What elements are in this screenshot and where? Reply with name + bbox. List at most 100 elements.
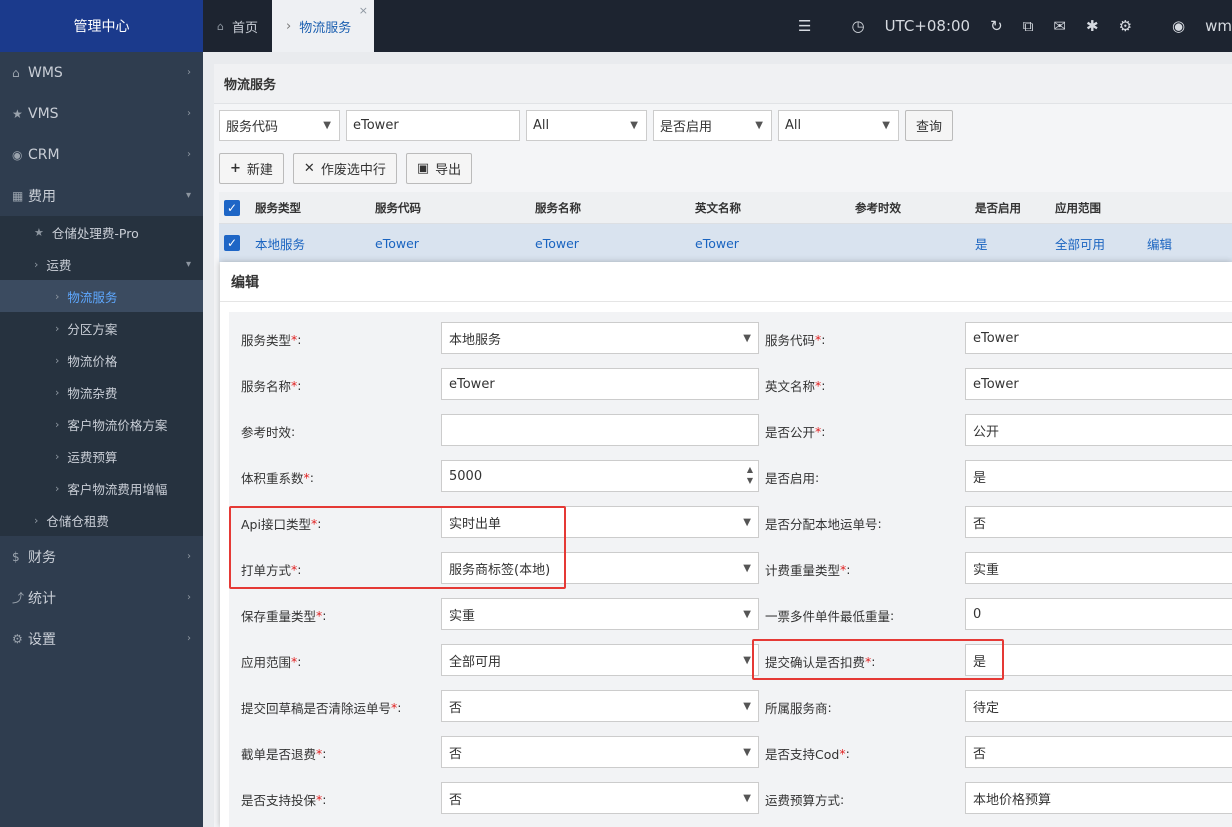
select-all-checkbox[interactable]: ✓: [224, 199, 240, 216]
chart-icon: ⤴: [12, 591, 25, 605]
select-field[interactable]: 否: [965, 506, 1232, 538]
sidebar-subitem[interactable]: › 物流杂费: [0, 376, 203, 408]
sidebar-subitem[interactable]: ★ 仓储处理费-Pro: [0, 216, 203, 248]
tab-home[interactable]: ⌂ 首页: [203, 0, 272, 52]
field-value: 实重: [449, 608, 476, 624]
sidebar-item-wms[interactable]: ⌂ WMS ›: [0, 52, 203, 93]
field-value: eTower: [449, 376, 495, 392]
select-field[interactable]: 否 ▼: [441, 690, 759, 722]
filter2-select[interactable]: All ▼: [526, 110, 647, 141]
sidebar-subitem-label: 物流价格: [67, 353, 118, 369]
bug-icon[interactable]: ✱: [1086, 17, 1099, 35]
select-field[interactable]: 本地价格预算: [965, 782, 1232, 814]
sidebar-subitem[interactable]: › 物流服务: [0, 280, 203, 312]
user-menu[interactable]: ◉ wm: [1152, 17, 1232, 35]
export-button[interactable]: ▣ 导出: [405, 153, 473, 184]
select-field[interactable]: 公开: [965, 414, 1232, 446]
label-colon: :: [317, 515, 322, 531]
select-field[interactable]: 是: [965, 460, 1232, 492]
select-field[interactable]: 服务商标签(本地) ▼: [441, 552, 759, 584]
new-button[interactable]: + 新建: [219, 153, 284, 184]
select-field[interactable]: 本地服务 ▼: [441, 322, 759, 354]
void-button-label: 作废选中行: [320, 163, 386, 178]
table-cell: 本地服务: [255, 236, 306, 252]
sidebar-title[interactable]: 管理中心: [0, 0, 203, 52]
field-label-text: 是否分配本地运单号: [765, 516, 878, 532]
chevron-down-icon: ▼: [323, 120, 331, 131]
select-field[interactable]: 实重 ▼: [441, 598, 759, 630]
select-field[interactable]: 否: [965, 736, 1232, 768]
external-link-icon[interactable]: ⧉: [1023, 17, 1034, 35]
select-field[interactable]: eTower: [965, 322, 1232, 354]
select-field[interactable]: 是: [965, 644, 1232, 676]
label-colon: :: [322, 791, 327, 807]
data-grid: ✓ 服务类型 服务代码 服务名称 英文名称 参考时效 是否启用 应用范围 ✓ 本地服务 eTowe…: [219, 192, 1232, 262]
filter-value-input[interactable]: eTower: [346, 110, 520, 141]
sidebar-subitem[interactable]: › 运费 ▾: [0, 248, 203, 280]
sidebar-subitem[interactable]: › 物流价格: [0, 344, 203, 376]
enabled-field-value: 是否启用: [660, 120, 713, 135]
sidebar-subitem[interactable]: › 仓储仓租费: [0, 504, 203, 536]
sidebar-subitem-label: 客户物流价格方案: [67, 417, 168, 433]
select-field[interactable]: 否 ▼: [441, 782, 759, 814]
tab-logistics-service[interactable]: › 物流服务 ×: [272, 0, 374, 52]
row-checkbox[interactable]: ✓: [224, 235, 240, 251]
sidebar-subitem[interactable]: › 客户物流价格方案: [0, 408, 203, 440]
field-value: 否: [973, 516, 987, 532]
column-header[interactable]: 参考时效: [851, 200, 971, 216]
mail-icon[interactable]: ✉: [1053, 17, 1066, 35]
timezone-label[interactable]: ◷ UTC+08:00: [831, 17, 970, 35]
query-button[interactable]: 查询: [905, 110, 954, 141]
select-field[interactable]: eTower: [965, 368, 1232, 400]
column-header[interactable]: 是否启用: [971, 200, 1051, 216]
sidebar-item-chart[interactable]: ⤴ 统计 ›: [0, 577, 203, 618]
text-input[interactable]: [441, 414, 759, 446]
edit-link[interactable]: 编辑: [1131, 234, 1172, 253]
sidebar-item-dollar[interactable]: $ 财务 ›: [0, 536, 203, 577]
enabled-value-select[interactable]: All ▼: [778, 110, 899, 141]
top-bar: ⌂ 首页 › 物流服务 × ☰ ◷ UTC+08:00 ↻ ⧉ ✉ ✱ ⚙ ◉ wm: [203, 0, 1232, 52]
select-field[interactable]: 待定: [965, 690, 1232, 722]
select-field[interactable]: 全部可用 ▼: [441, 644, 759, 676]
sidebar-subitem[interactable]: › 客户物流费用增幅: [0, 472, 203, 504]
chevron-down-icon: ▼: [743, 562, 751, 574]
select-field[interactable]: 实时出单 ▼: [441, 506, 759, 538]
field-label: 是否公开 *:: [765, 414, 825, 448]
select-field[interactable]: 0: [965, 598, 1232, 630]
field-label: 提交回草稿是否清除运单号 *:: [241, 690, 401, 724]
sidebar-subitem-label: 仓储处理费-Pro: [51, 225, 139, 241]
field-label-text: 保存重量类型: [241, 608, 317, 624]
column-header[interactable]: 英文名称: [691, 200, 851, 216]
timezone-value: UTC+08:00: [884, 17, 971, 35]
void-selected-button[interactable]: ✕ 作废选中行: [292, 153, 397, 184]
column-header[interactable]: 服务类型: [251, 200, 371, 216]
select-field[interactable]: 否 ▼: [441, 736, 759, 768]
gear-icon[interactable]: ⚙: [1119, 17, 1132, 35]
column-header[interactable]: 服务代码: [371, 200, 531, 216]
sidebar-item-gear[interactable]: ⚙ 设置 ›: [0, 618, 203, 659]
field-value: eTower: [973, 330, 1019, 346]
column-header[interactable]: 应用范围: [1051, 200, 1131, 216]
field-value: 实时出单: [449, 516, 502, 532]
sidebar-subitem[interactable]: › 分区方案: [0, 312, 203, 344]
number-input[interactable]: 5000 ▲ ▼: [441, 460, 759, 492]
label-colon: :: [821, 423, 826, 439]
enabled-field-select[interactable]: 是否启用 ▼: [653, 110, 772, 141]
filter-field-select[interactable]: 服务代码 ▼: [219, 110, 340, 141]
sidebar-item-费用[interactable]: ▦ 费用 ▾: [0, 175, 203, 216]
table-row[interactable]: ✓ 本地服务 eTower eTower eTower 是 全部可用 编辑: [219, 224, 1232, 262]
close-icon[interactable]: ×: [359, 4, 368, 17]
sidebar-item-crm[interactable]: ◉ CRM ›: [0, 134, 203, 175]
select-field[interactable]: 实重: [965, 552, 1232, 584]
menu-collapse-icon[interactable]: ☰: [798, 17, 811, 35]
field-label-text: Api接口类型: [241, 516, 311, 532]
chevron-right-icon: ›: [34, 513, 39, 527]
stepper-icon[interactable]: ▲ ▼: [747, 464, 753, 486]
sidebar-subitem[interactable]: › 运费预算: [0, 440, 203, 472]
text-input[interactable]: eTower: [441, 368, 759, 400]
field-value: 是: [973, 654, 987, 670]
sidebar-subitem-label: 物流服务: [67, 289, 118, 305]
refresh-icon[interactable]: ↻: [990, 17, 1003, 35]
column-header[interactable]: 服务名称: [531, 200, 691, 216]
sidebar-item-vms[interactable]: ★ VMS ›: [0, 93, 203, 134]
